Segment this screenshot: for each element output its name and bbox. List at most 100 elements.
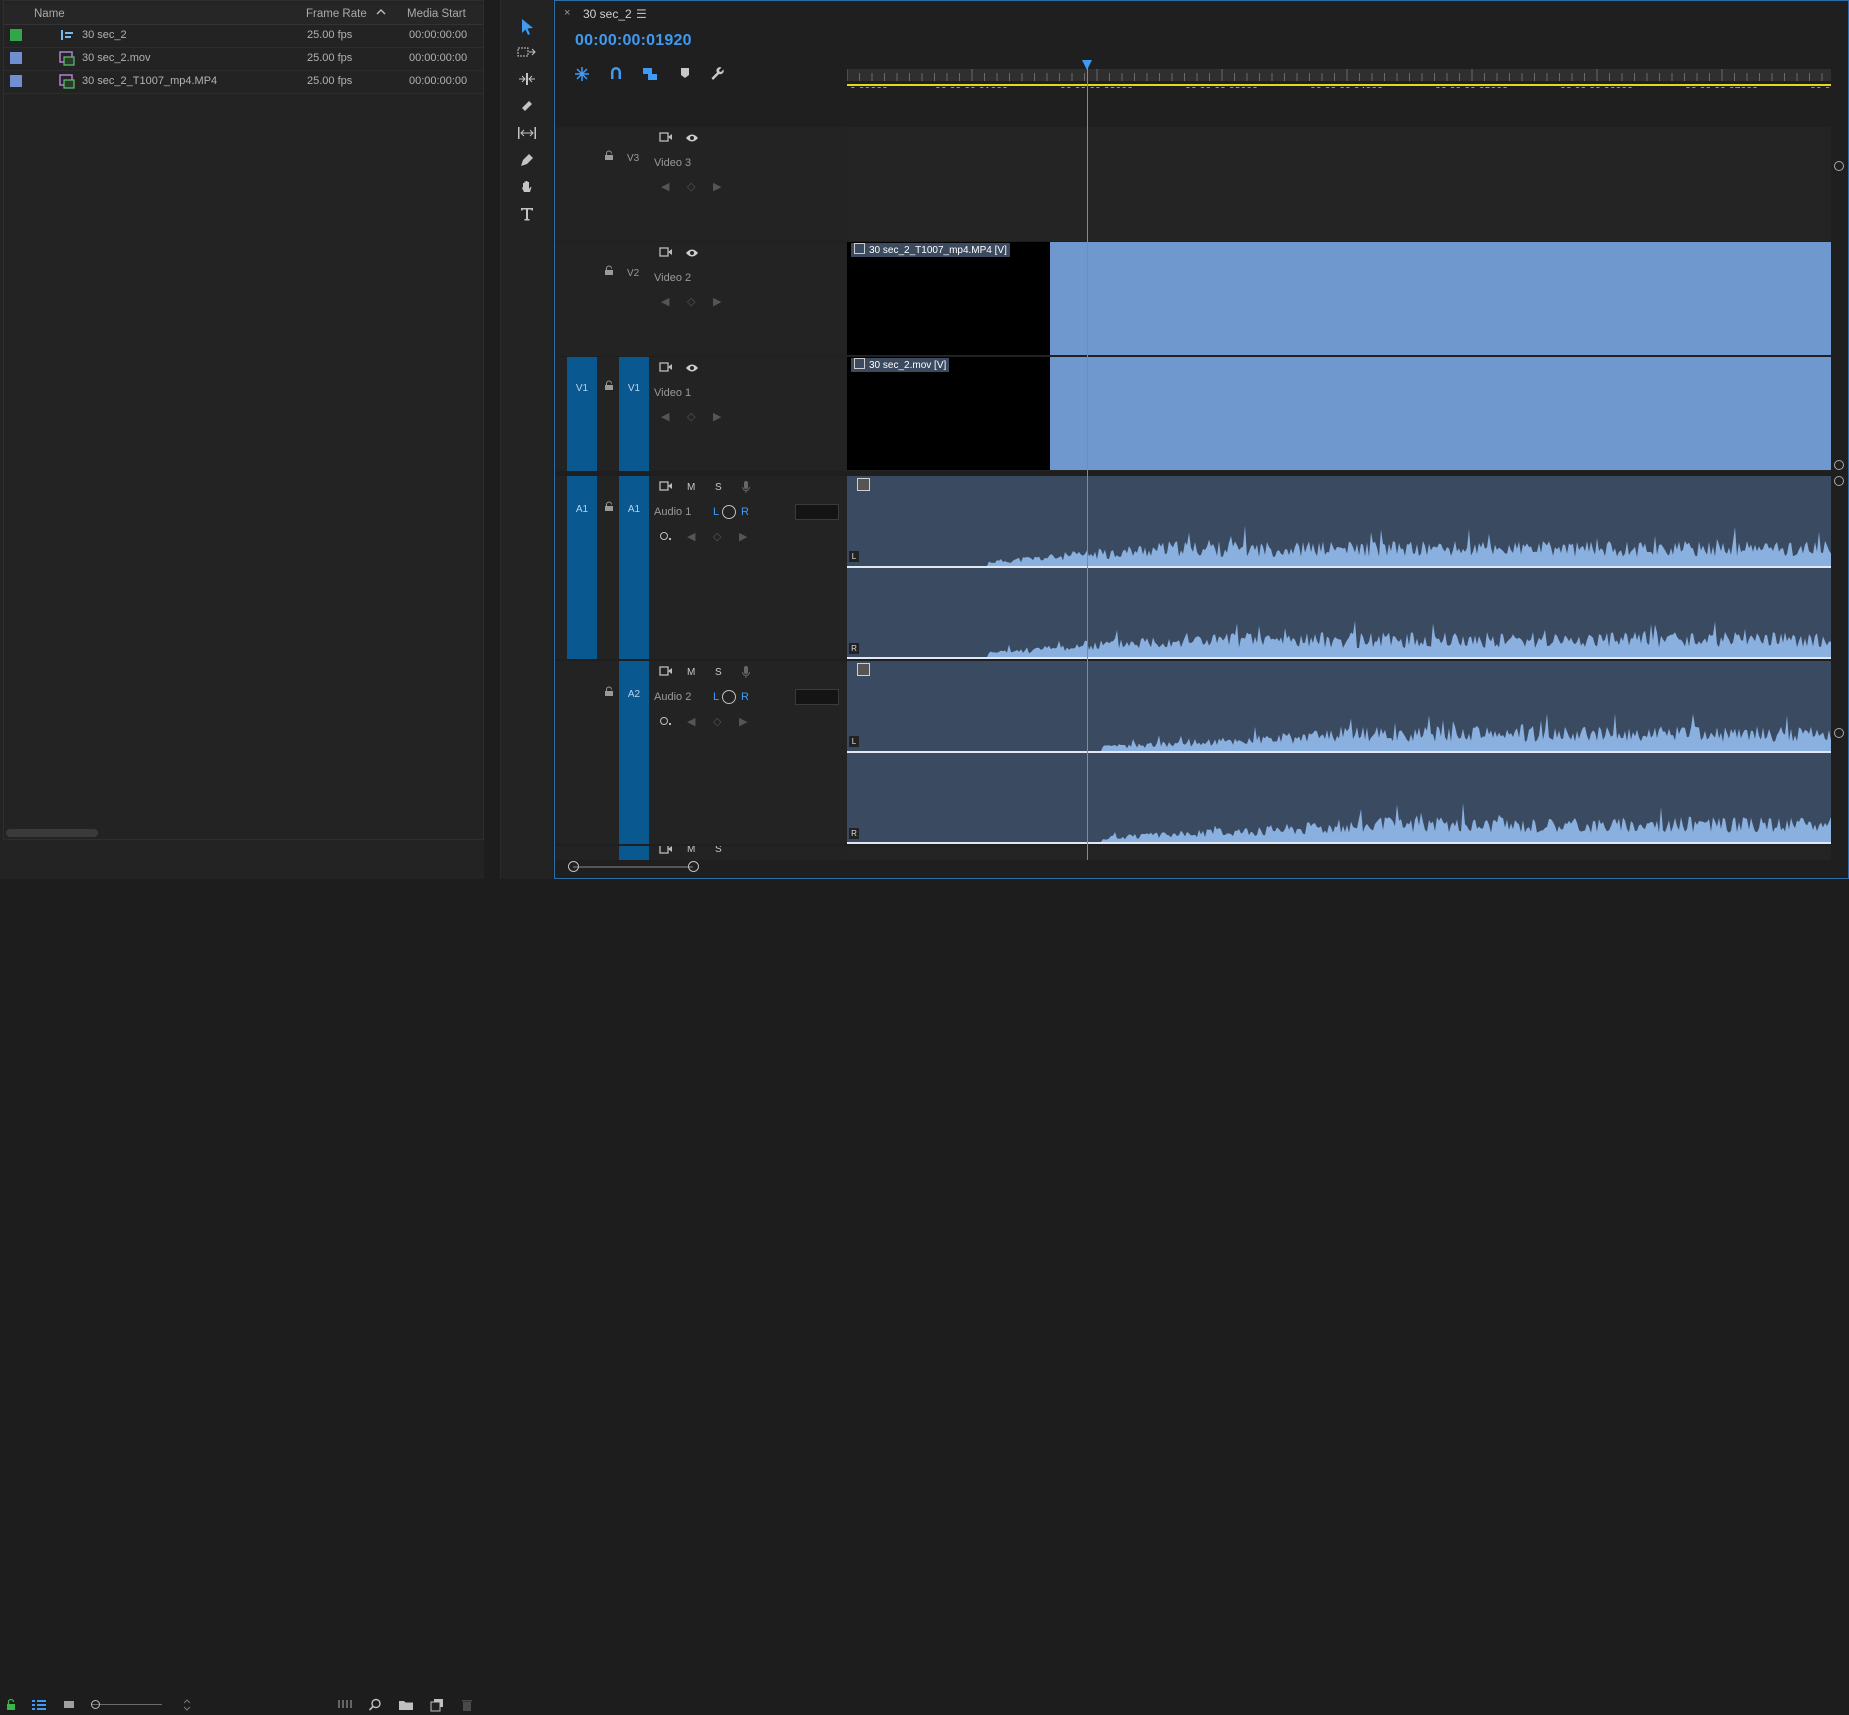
insert-overwrite-sequences-icon[interactable]: [572, 66, 592, 86]
solo-button[interactable]: S: [715, 482, 722, 493]
toggle-sync-lock-icon[interactable]: [659, 480, 673, 495]
track-v3-content[interactable]: [847, 127, 1831, 241]
track-header-v1[interactable]: V1 V1 Video 1 ◀ ◇ ▶: [555, 357, 847, 471]
prev-keyframe-icon[interactable]: ◀: [661, 180, 669, 193]
add-keyframe-icon[interactable]: ◇: [713, 715, 721, 728]
wrench-icon[interactable]: [708, 66, 728, 86]
project-item-row[interactable]: 30 sec_2 25.00 fps 00:00:00:00: [4, 24, 483, 48]
zoom-handle-left[interactable]: [568, 861, 579, 872]
label-color-swatch[interactable]: [10, 75, 22, 87]
clip-black-region[interactable]: [847, 357, 1050, 470]
type-tool-icon[interactable]: [515, 206, 539, 228]
toggle-sync-lock-icon[interactable]: [659, 361, 673, 376]
scroll-handle[interactable]: [1834, 728, 1844, 738]
toggle-sync-lock-icon[interactable]: [659, 665, 673, 680]
pen-tool-icon[interactable]: [515, 152, 539, 174]
project-item-row[interactable]: 30 sec_2.mov 25.00 fps 00:00:00:00: [4, 47, 483, 71]
track-header-v3[interactable]: V3 Video 3 ◀ ◇ ▶: [555, 127, 847, 241]
next-keyframe-icon[interactable]: ▶: [739, 715, 747, 728]
hand-tool-icon[interactable]: [515, 179, 539, 201]
close-icon[interactable]: ×: [564, 7, 570, 19]
time-ruler[interactable]: :0:00000 00:00:00:01000 00:00:00:02000 0…: [847, 40, 1831, 97]
eye-icon[interactable]: [685, 363, 699, 376]
prev-keyframe-icon[interactable]: ◀: [661, 410, 669, 423]
zoom-slider-track[interactable]: [92, 1704, 162, 1705]
linked-selection-icon[interactable]: [640, 66, 660, 86]
mute-button[interactable]: M: [687, 846, 695, 855]
track-select-forward-icon[interactable]: [515, 44, 539, 66]
toggle-sync-lock-icon[interactable]: [659, 131, 673, 146]
next-keyframe-icon[interactable]: ▶: [713, 180, 721, 193]
track-name[interactable]: Video 2: [654, 272, 691, 284]
selection-tool-icon[interactable]: [515, 18, 539, 40]
prev-keyframe-icon[interactable]: ◀: [661, 295, 669, 308]
eye-icon[interactable]: [685, 248, 699, 261]
playhead-line[interactable]: [1087, 60, 1088, 860]
ripple-edit-icon[interactable]: [515, 71, 539, 93]
mute-button[interactable]: M: [687, 667, 695, 678]
mute-button[interactable]: M: [687, 482, 695, 493]
playhead-timecode[interactable]: 00:00:00:01920: [575, 32, 692, 50]
add-keyframe-icon[interactable]: ◇: [713, 530, 721, 543]
lock-icon[interactable]: [604, 686, 614, 700]
track-header-a1[interactable]: A1 A1 M S Audio 1 L R ◀ ◇ ▶: [555, 476, 847, 659]
track-target-v1[interactable]: V1: [619, 357, 649, 471]
toggle-sync-lock-icon[interactable]: [659, 246, 673, 261]
scroll-handle[interactable]: [1834, 161, 1844, 171]
track-name[interactable]: Audio 2: [654, 691, 691, 703]
frame-rate-column-header[interactable]: Frame Rate: [306, 8, 367, 20]
razor-tool-icon[interactable]: [515, 98, 539, 120]
panel-menu-icon[interactable]: ☰: [636, 7, 647, 21]
lock-icon[interactable]: [604, 265, 614, 279]
pan-knob[interactable]: [722, 690, 736, 704]
track-target-a2[interactable]: A2: [619, 661, 649, 844]
project-item-row[interactable]: 30 sec_2_T1007_mp4.MP4 25.00 fps 00:00:0…: [4, 70, 483, 94]
next-keyframe-icon[interactable]: ▶: [739, 530, 747, 543]
solo-button[interactable]: S: [715, 846, 722, 855]
label-color-swatch[interactable]: [10, 29, 22, 41]
track-a3-content[interactable]: [847, 846, 1831, 860]
track-name[interactable]: Audio 1: [654, 506, 691, 518]
horizontal-scrollbar[interactable]: [6, 829, 98, 837]
add-keyframe-icon[interactable]: ◇: [687, 180, 695, 193]
prev-keyframe-icon[interactable]: ◀: [687, 530, 695, 543]
track-target-a3[interactable]: [619, 846, 649, 860]
playhead-handle[interactable]: [1082, 60, 1092, 70]
sort-ascending-icon[interactable]: [375, 6, 387, 21]
track-header-a2[interactable]: A2 M S Audio 2 L R ◀ ◇ ▶: [555, 661, 847, 844]
lock-icon[interactable]: [2, 1698, 20, 1714]
clip-black-region[interactable]: [847, 242, 1050, 355]
next-keyframe-icon[interactable]: ▶: [713, 295, 721, 308]
add-keyframe-icon[interactable]: ◇: [687, 410, 695, 423]
add-keyframe-icon[interactable]: ◇: [687, 295, 695, 308]
video-clip[interactable]: [1050, 242, 1831, 355]
source-patch-a1[interactable]: A1: [567, 476, 597, 659]
scroll-handle[interactable]: [1834, 460, 1844, 470]
lock-icon[interactable]: [604, 501, 614, 515]
trash-icon[interactable]: [458, 1698, 476, 1714]
track-keyframes-icon[interactable]: [659, 530, 673, 545]
search-icon[interactable]: [366, 1698, 384, 1714]
volume-meter[interactable]: [795, 689, 839, 705]
automate-to-sequence-icon[interactable]: [336, 1698, 354, 1714]
list-view-icon[interactable]: [30, 1698, 48, 1714]
video-clip[interactable]: [1050, 357, 1831, 470]
microphone-icon[interactable]: [741, 480, 751, 497]
sequence-tab[interactable]: 30 sec_2: [583, 7, 632, 21]
slip-tool-icon[interactable]: [515, 125, 539, 147]
track-name[interactable]: Video 1: [654, 387, 691, 399]
audio-clip-a1[interactable]: L R: [847, 476, 1831, 659]
zoom-slider-handle[interactable]: [91, 1700, 100, 1709]
add-marker-icon[interactable]: [675, 66, 695, 86]
clip-label[interactable]: 30 sec_2.mov [V]: [851, 358, 950, 372]
vertical-scroll-track[interactable]: [1832, 88, 1846, 860]
track-name[interactable]: Video 3: [654, 157, 691, 169]
toggle-sync-lock-icon[interactable]: [659, 846, 673, 858]
new-bin-icon[interactable]: [397, 1698, 415, 1714]
zoom-handle-right[interactable]: [688, 861, 699, 872]
new-item-icon[interactable]: [428, 1698, 446, 1714]
timeline-zoom-bar[interactable]: [573, 866, 693, 868]
scroll-handle[interactable]: [1834, 476, 1844, 486]
track-v1-content[interactable]: 30 sec_2.mov [V]: [847, 357, 1831, 471]
next-keyframe-icon[interactable]: ▶: [713, 410, 721, 423]
